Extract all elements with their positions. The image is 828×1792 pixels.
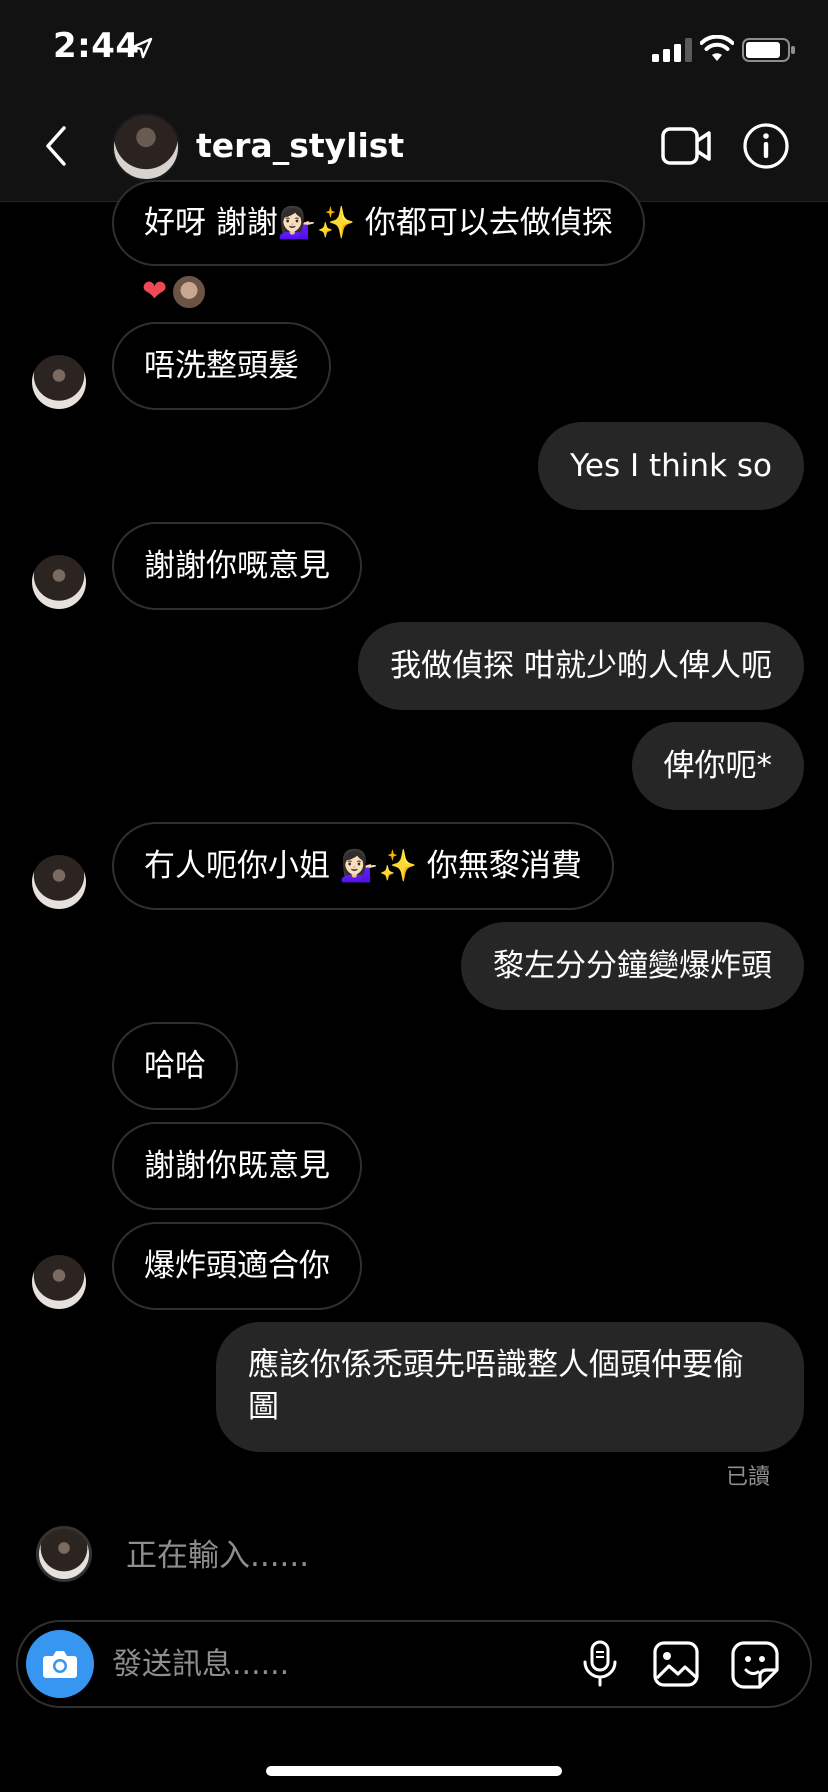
sender-avatar[interactable] (32, 555, 86, 609)
microphone-icon[interactable] (580, 1640, 620, 1688)
message-text: 俾你呃* (663, 748, 773, 784)
message-bubble-incoming[interactable]: 爆炸頭適合你 (112, 1222, 362, 1310)
reactor-avatar (171, 274, 208, 310)
heart-reaction-icon: ❤ (142, 274, 168, 309)
message-text: 應該你係禿頭先唔識整人個頭仲要偷圖 (248, 1347, 744, 1425)
message-input[interactable] (112, 1642, 552, 1686)
message-text: Yes I think so (570, 448, 772, 484)
message-bubble-outgoing[interactable]: 黎左分分鐘變爆炸頭 (461, 922, 804, 1010)
home-indicator (266, 1766, 562, 1776)
message-text: 爆炸頭適合你 (144, 1248, 330, 1284)
message-reactions[interactable]: ❤ (142, 274, 208, 310)
message-bubble-outgoing[interactable]: 我做偵探 咁就少啲人俾人呃 (358, 622, 804, 710)
message-bubble-outgoing[interactable]: 應該你係禿頭先唔識整人個頭仲要偷圖 (216, 1322, 804, 1452)
message-bubble-incoming[interactable]: 唔洗整頭髮 (112, 322, 331, 410)
message-bubble-outgoing[interactable]: 俾你呃* (631, 722, 804, 810)
profile-avatar[interactable] (112, 113, 180, 181)
camera-icon (43, 1651, 77, 1678)
cellular-signal-icon (652, 38, 692, 62)
sender-avatar[interactable] (32, 1255, 86, 1309)
message-text: 謝謝你既意見 (144, 1148, 330, 1184)
sender-avatar[interactable] (32, 855, 86, 909)
message-bubble-outgoing[interactable]: Yes I think so (538, 422, 804, 510)
message-text: 黎左分分鐘變爆炸頭 (493, 948, 772, 984)
back-arrow-icon[interactable] (40, 124, 74, 168)
message-text: 我做偵探 咁就少啲人俾人呃 (390, 648, 772, 684)
seen-indicator: 已讀 (726, 1465, 771, 1490)
typing-indicator: 正在輸入...... (126, 1538, 310, 1574)
status-time: 2:44 (53, 26, 140, 66)
gallery-icon[interactable] (652, 1640, 700, 1688)
info-icon[interactable] (742, 122, 790, 170)
message-text: 哈哈 (144, 1048, 206, 1084)
typing-avatar (36, 1526, 92, 1582)
video-call-icon[interactable] (660, 124, 712, 168)
message-bubble-incoming[interactable]: 冇人呃你小姐 💁🏻‍♀️✨ 你無黎消費 (112, 822, 614, 910)
message-bubble-incoming[interactable]: 好呀 謝謝💁🏻‍♀️✨ 你都可以去做偵探 (112, 180, 645, 266)
message-bubble-incoming[interactable]: 哈哈 (112, 1022, 238, 1110)
battery-icon (742, 38, 795, 62)
message-bubble-incoming[interactable]: 謝謝你既意見 (112, 1122, 362, 1210)
message-text: 唔洗整頭髮 (144, 348, 299, 384)
sticker-icon[interactable] (730, 1640, 780, 1690)
sender-avatar[interactable] (32, 355, 86, 409)
location-arrow-icon (131, 37, 153, 59)
message-bubble-incoming[interactable]: 謝謝你嘅意見 (112, 522, 362, 610)
wifi-icon (700, 35, 734, 61)
message-text: 好呀 謝謝💁🏻‍♀️✨ 你都可以去做偵探 (144, 205, 613, 241)
message-text: 謝謝你嘅意見 (144, 548, 330, 584)
message-text: 冇人呃你小姐 💁🏻‍♀️✨ 你無黎消費 (144, 848, 582, 884)
profile-username[interactable]: tera_stylist (196, 126, 404, 165)
camera-button[interactable] (26, 1630, 94, 1698)
